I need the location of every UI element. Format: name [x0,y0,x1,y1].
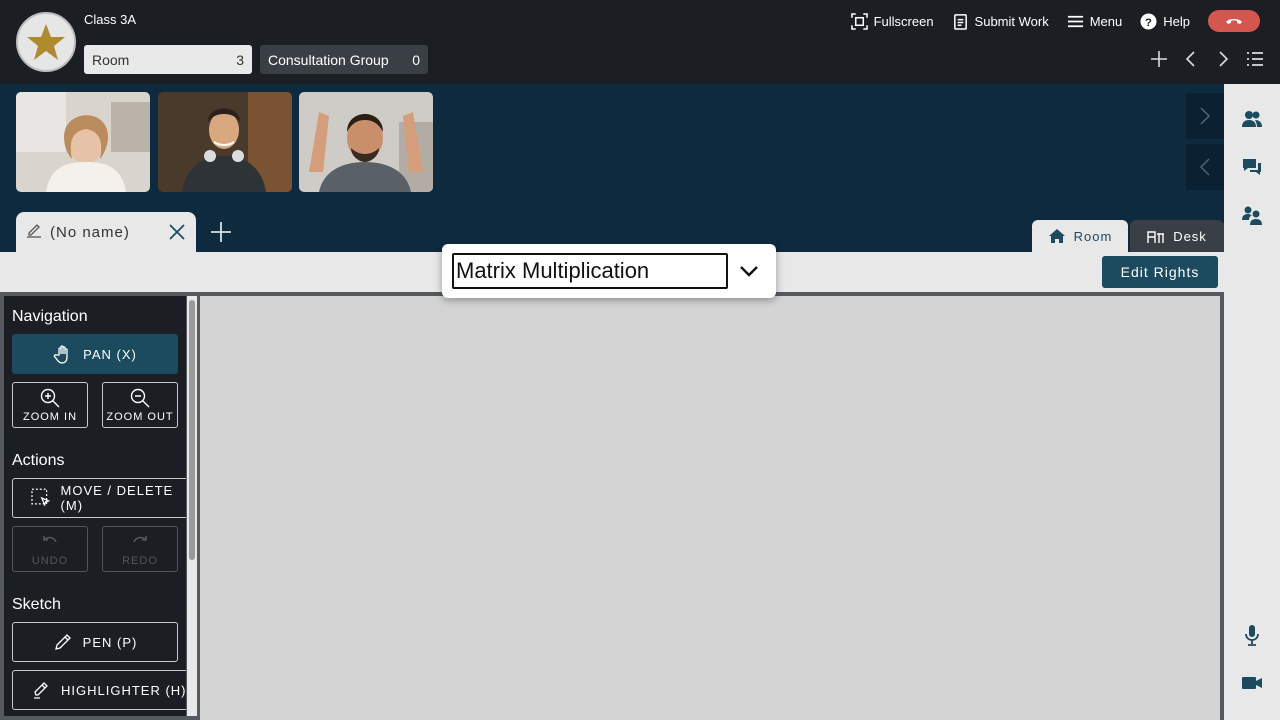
chevron-right-icon [1219,51,1229,67]
document-tab-label: (No name) [50,223,130,241]
home-icon [1048,229,1065,243]
room-selector[interactable]: Room 3 [84,45,252,74]
move-delete-label: MOVE / DELETE (M) [60,483,174,513]
help-icon: ? [1140,12,1157,30]
tab-desk[interactable]: Desk [1130,220,1224,252]
close-tab-icon[interactable] [168,223,186,241]
highlighter-icon [34,682,48,699]
pen-button[interactable]: PEN (P) [12,622,178,662]
hamburger-icon [1067,15,1083,27]
redo-button[interactable]: REDO [102,526,178,572]
hand-icon [53,345,68,364]
class-logo [16,12,76,72]
chevron-left-icon [1185,51,1195,67]
zoom-in-button[interactable]: ZOOM IN [12,382,88,428]
workspace: Navigation PAN (X) ZOOM IN ZOOM OUT Acti… [0,292,1224,720]
desk-tab-label: Desk [1173,228,1207,244]
move-delete-button[interactable]: MOVE / DELETE (M) [12,478,186,518]
participant-thumbnail-icon [299,92,433,192]
clipboard-icon [953,13,967,30]
list-icon [1247,52,1263,66]
zoom-in-icon [40,388,60,407]
chat-icon[interactable] [1241,156,1263,178]
document-tab[interactable]: (No name) [16,212,196,252]
tab-room[interactable]: Room [1032,220,1128,252]
hang-up-button[interactable] [1208,10,1260,32]
consultation-group-selector[interactable]: Consultation Group 0 [260,45,428,74]
plus-icon [1151,51,1167,67]
undo-label: UNDO [31,554,69,567]
pan-label: PAN (X) [83,346,137,362]
page-nav-icons [1150,50,1264,68]
star-icon [27,24,65,60]
chevron-down-icon[interactable] [738,260,760,282]
highlighter-button[interactable]: HIGHLIGHTER (H) [12,670,186,710]
participant-thumbnail-icon [158,92,292,192]
redo-icon [133,535,147,542]
fullscreen-button[interactable]: Fullscreen [850,12,934,30]
submit-work-label: Submit Work [974,13,1049,29]
navigation-section-title: Navigation [12,308,88,325]
room-label: Room [92,51,130,68]
board-title-popup [442,244,776,298]
zoom-in-label: ZOOM IN [22,410,78,423]
menu-label: Menu [1089,13,1123,29]
group-label: Consultation Group [268,51,389,68]
add-page-button[interactable] [1150,50,1168,68]
pen-icon [54,634,71,650]
previous-page-button[interactable] [1182,50,1200,68]
participant-video-3[interactable] [299,92,433,192]
undo-button[interactable]: UNDO [12,526,88,572]
select-icon [31,488,51,507]
edit-rights-button[interactable]: Edit Rights [1102,256,1218,288]
class-name: Class 3A [84,12,137,27]
page-list-button[interactable] [1246,50,1264,68]
group-count: 0 [412,51,420,68]
top-actions: Fullscreen Submit Work Menu ? Help [850,10,1260,32]
help-label: Help [1163,13,1190,29]
video-strip-next-button[interactable] [1186,93,1224,139]
tool-panel-scrollbar[interactable] [187,296,197,716]
chevron-right-icon [1200,107,1211,125]
camera-icon[interactable] [1241,672,1263,694]
participant-video-1[interactable] [16,92,150,192]
highlighter-label: HIGHLIGHTER (H) [61,682,186,698]
room-tab-label: Room [1073,228,1113,244]
participant-video-2[interactable] [158,92,292,192]
microphone-icon[interactable] [1241,624,1263,646]
chevron-left-icon [1199,158,1210,176]
participants-icon[interactable] [1241,108,1263,130]
whiteboard-canvas[interactable] [200,296,1220,720]
fullscreen-label: Fullscreen [873,13,934,29]
svg-text:?: ? [1145,16,1152,28]
edit-document-icon [26,222,42,242]
tool-panel: Navigation PAN (X) ZOOM IN ZOOM OUT Acti… [4,296,186,716]
room-count: 3 [236,51,244,68]
actions-section-title: Actions [12,452,65,469]
participant-thumbnail-icon [16,92,150,192]
top-bar: Class 3A Room 3 Consultation Group 0 Ful… [0,0,1280,84]
groups-icon[interactable] [1241,204,1263,226]
zoom-out-icon [130,388,150,407]
sketch-section-title: Sketch [12,596,61,613]
fullscreen-icon [850,12,868,30]
pan-button[interactable]: PAN (X) [12,334,178,374]
zoom-out-button[interactable]: ZOOM OUT [102,382,178,428]
redo-label: REDO [122,554,158,567]
undo-icon [43,535,57,542]
pen-label: PEN (P) [82,634,138,650]
help-button[interactable]: ? Help [1140,12,1190,30]
right-sidebar [1224,84,1280,720]
video-strip-previous-button[interactable] [1186,144,1224,190]
board-title-input[interactable] [452,253,728,289]
next-page-button[interactable] [1214,50,1232,68]
scrollbar-thumb[interactable] [189,300,195,560]
hang-up-icon [1226,19,1242,24]
submit-work-button[interactable]: Submit Work [952,13,1049,30]
zoom-out-label: ZOOM OUT [106,410,174,423]
desk-icon [1147,231,1165,243]
add-tab-icon[interactable] [210,221,232,243]
menu-button[interactable]: Menu [1067,13,1123,30]
